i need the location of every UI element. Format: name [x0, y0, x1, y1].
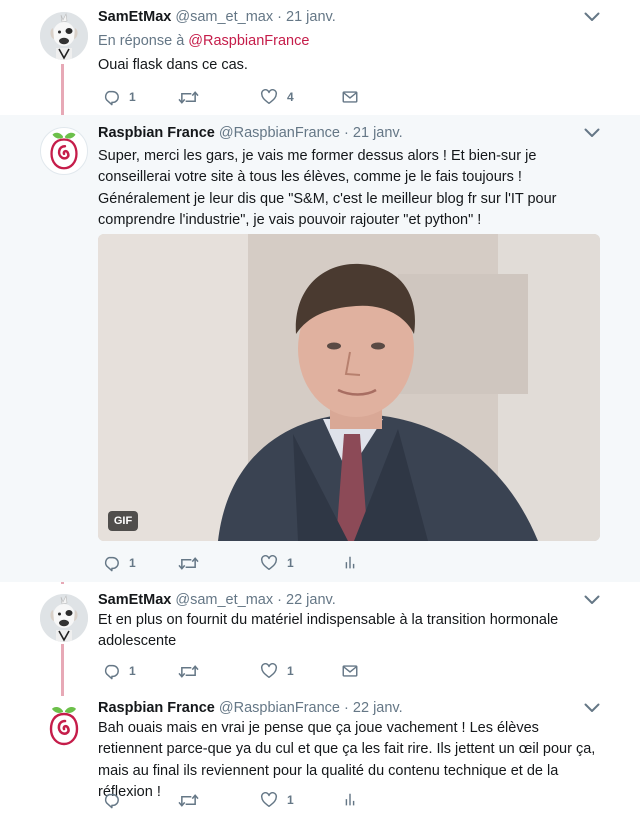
like-count: 1	[287, 664, 294, 678]
gif-media[interactable]: GIF	[98, 234, 600, 541]
retweet-button[interactable]	[178, 790, 208, 810]
heart-icon	[260, 791, 278, 809]
reply-count: 1	[129, 90, 136, 104]
retweet-icon	[178, 791, 199, 810]
tweet-date[interactable]: 21 janv.	[353, 125, 403, 141]
gif-badge: GIF	[108, 511, 138, 531]
reply-button[interactable]: 1	[102, 661, 136, 681]
chevron-down-icon[interactable]	[584, 595, 600, 605]
tweet-2[interactable]: Raspbian France @RaspbianFrance · 21 jan…	[0, 115, 640, 582]
author-handle[interactable]: @RaspbianFrance	[219, 700, 340, 716]
separator-dot: ·	[277, 592, 282, 608]
author-name[interactable]: Raspbian France	[98, 700, 215, 716]
reply-context: En réponse à @RaspbianFrance	[98, 33, 309, 49]
tweet-1[interactable]: SamEtMax @sam_et_max · 21 janv. En répon…	[0, 0, 640, 115]
separator-dot: ·	[277, 9, 282, 25]
separator-dot: ·	[344, 125, 349, 141]
tweet-text: Super, merci les gars, je vais me former…	[98, 148, 557, 229]
author-handle[interactable]: @sam_et_max	[175, 592, 273, 608]
tweet-date[interactable]: 22 janv.	[353, 700, 403, 716]
avatar[interactable]	[40, 12, 88, 60]
tweet-header: SamEtMax @sam_et_max · 22 janv.	[98, 592, 336, 608]
like-button[interactable]: 1	[260, 553, 294, 573]
tweet-date[interactable]: 22 janv.	[286, 592, 336, 608]
chevron-down-icon[interactable]	[584, 703, 600, 713]
avatar[interactable]	[40, 702, 88, 750]
reply-button[interactable]: 1	[102, 87, 136, 107]
analytics-icon	[341, 791, 359, 809]
tweet-4[interactable]: Raspbian France @RaspbianFrance · 22 jan…	[0, 694, 640, 816]
tweet-header: Raspbian France @RaspbianFrance · 22 jan…	[98, 700, 403, 716]
author-name[interactable]: SamEtMax	[98, 592, 171, 608]
tweet-header: Raspbian France @RaspbianFrance · 21 jan…	[98, 125, 403, 141]
gif-image	[98, 234, 600, 541]
reply-count: 1	[129, 556, 136, 570]
tweet-text: Et en plus on fournit du matériel indisp…	[98, 612, 559, 650]
tweet-3[interactable]: SamEtMax @sam_et_max · 22 janv. Et en pl…	[0, 582, 640, 694]
author-name[interactable]: Raspbian France	[98, 125, 215, 141]
author-handle[interactable]: @RaspbianFrance	[219, 125, 340, 141]
author-handle[interactable]: @sam_et_max	[175, 9, 273, 25]
direct-message-button[interactable]	[341, 661, 359, 681]
avatar[interactable]	[40, 594, 88, 642]
like-count: 1	[287, 793, 294, 807]
tweet-date[interactable]: 21 janv.	[286, 9, 336, 25]
like-button[interactable]: 4	[260, 87, 294, 107]
chevron-down-icon[interactable]	[584, 12, 600, 22]
direct-message-button[interactable]	[341, 87, 359, 107]
retweet-icon	[178, 662, 199, 681]
analytics-icon	[341, 554, 359, 572]
tweet-text: Ouai flask dans ce cas.	[98, 57, 248, 73]
reply-icon	[102, 88, 120, 106]
heart-icon	[260, 554, 278, 572]
retweet-icon	[178, 554, 199, 573]
heart-icon	[260, 662, 278, 680]
reply-icon	[102, 662, 120, 680]
reply-prefix: En réponse à	[98, 33, 185, 49]
avatar[interactable]	[40, 127, 88, 175]
envelope-icon	[341, 88, 359, 106]
envelope-icon	[341, 662, 359, 680]
analytics-button[interactable]	[341, 553, 359, 573]
reply-button[interactable]	[102, 790, 129, 810]
retweet-button[interactable]	[178, 87, 208, 107]
reply-button[interactable]: 1	[102, 553, 136, 573]
reply-icon	[102, 791, 120, 809]
like-count: 4	[287, 90, 294, 104]
retweet-button[interactable]	[178, 661, 208, 681]
retweet-button[interactable]	[178, 553, 208, 573]
heart-icon	[260, 88, 278, 106]
reply-to-link[interactable]: @RaspbianFrance	[188, 33, 309, 49]
like-button[interactable]: 1	[260, 661, 294, 681]
chevron-down-icon[interactable]	[584, 128, 600, 138]
like-count: 1	[287, 556, 294, 570]
author-name[interactable]: SamEtMax	[98, 9, 171, 25]
separator-dot: ·	[344, 700, 349, 716]
like-button[interactable]: 1	[260, 790, 294, 810]
analytics-button[interactable]	[341, 790, 359, 810]
retweet-icon	[178, 88, 199, 107]
tweet-header: SamEtMax @sam_et_max · 21 janv.	[98, 9, 336, 25]
reply-count: 1	[129, 664, 136, 678]
reply-icon	[102, 554, 120, 572]
